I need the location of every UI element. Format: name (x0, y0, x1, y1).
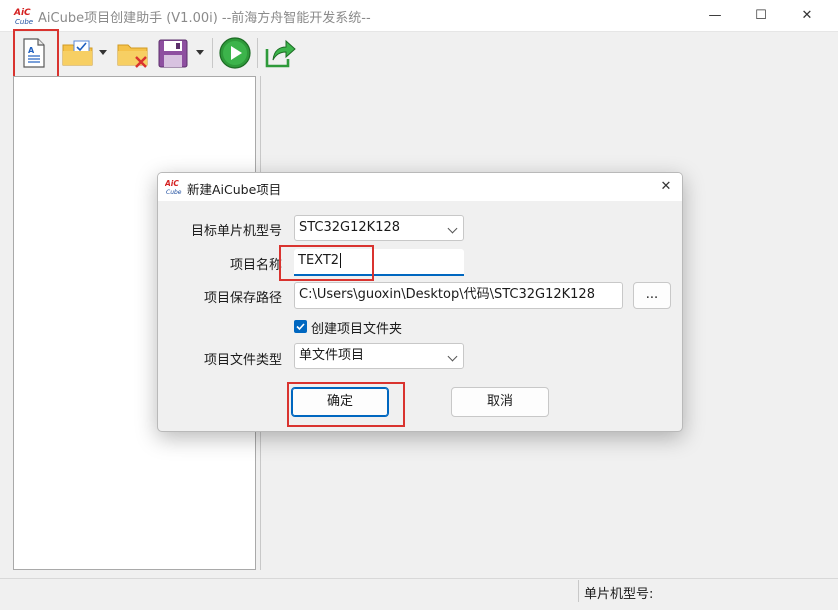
share-arrow-icon (265, 39, 296, 68)
dialog-close-button[interactable]: ✕ (652, 174, 680, 200)
app-logo: AiC Cube (13, 6, 35, 26)
close-window-button[interactable]: ✕ (784, 0, 830, 31)
project-name-label: 项目名称 (229, 258, 282, 273)
folder-close-icon (117, 44, 148, 68)
cancel-button[interactable]: 取消 (451, 387, 549, 417)
chevron-down-icon (447, 351, 458, 362)
svg-text:AiC: AiC (165, 179, 179, 188)
toolbar-separator (257, 38, 258, 68)
mcu-label: 目标单片机型号 (190, 224, 282, 239)
mcu-select-value: STC32G12K128 (299, 220, 401, 235)
dialog-logo: AiC Cube (164, 179, 183, 196)
open-project-button[interactable] (60, 35, 96, 71)
highlight-box (287, 382, 405, 427)
save-project-button[interactable] (155, 35, 191, 71)
status-mcu-label: 单片机型号: (584, 587, 654, 602)
browse-button[interactable]: ... (633, 282, 671, 309)
project-type-select[interactable]: 单文件项目 (294, 343, 464, 369)
toolbar-separator (212, 38, 213, 68)
maximize-button[interactable]: ☐ (738, 0, 784, 31)
save-path-input[interactable]: C:\Users\guoxin\Desktop\代码\STC32G12K128 (294, 282, 623, 309)
chevron-down-icon (447, 223, 458, 234)
create-folder-checkbox[interactable] (294, 320, 307, 333)
save-path-value: C:\Users\guoxin\Desktop\代码\STC32G12K128 (299, 287, 595, 302)
status-divider (578, 580, 579, 602)
svg-text:AiC: AiC (13, 8, 31, 18)
create-folder-label[interactable]: 创建项目文件夹 (311, 318, 402, 337)
minimize-button[interactable]: — (692, 0, 738, 31)
close-project-button[interactable] (115, 35, 151, 71)
window-title: AiCube项目创建助手 (V1.00i) --前海方舟智能开发系统-- (38, 11, 371, 26)
open-project-dropdown[interactable] (99, 50, 107, 55)
dialog-title-bar: AiC Cube 新建AiCube项目 ✕ (158, 173, 682, 201)
mcu-select[interactable]: STC32G12K128 (294, 215, 464, 241)
title-bar: AiC Cube AiCube项目创建助手 (V1.00i) --前海方舟智能开… (0, 0, 838, 32)
status-bar (0, 578, 838, 610)
project-type-label: 项目文件类型 (203, 353, 282, 368)
svg-text:Cube: Cube (166, 189, 182, 195)
export-button[interactable] (262, 35, 298, 71)
save-project-dropdown[interactable] (196, 50, 204, 55)
new-project-dialog: AiC Cube 新建AiCube项目 ✕ 目标单片机型号 STC32G12K1… (157, 172, 683, 432)
floppy-disk-icon (158, 39, 188, 68)
project-type-value: 单文件项目 (299, 348, 365, 363)
run-button[interactable] (217, 35, 253, 71)
dialog-title: 新建AiCube项目 (187, 182, 282, 197)
highlight-box (279, 245, 374, 281)
svg-text:Cube: Cube (15, 18, 33, 26)
checkmark-icon (296, 323, 305, 331)
save-path-label: 项目保存路径 (203, 291, 282, 306)
play-icon (219, 37, 251, 69)
folder-open-icon (62, 40, 93, 66)
